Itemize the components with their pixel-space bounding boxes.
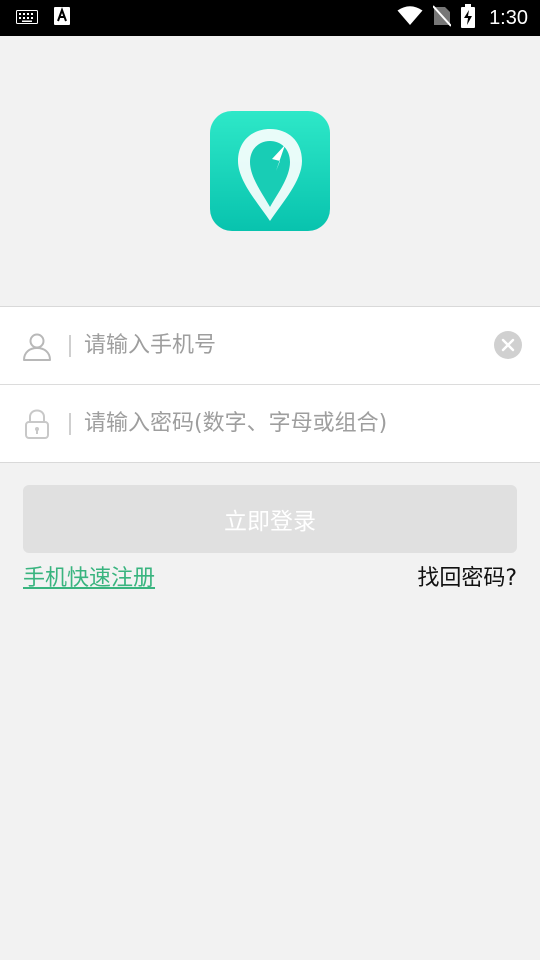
status-bar-right: 1:30	[397, 0, 528, 36]
lock-icon	[21, 408, 53, 440]
password-row	[0, 385, 540, 462]
login-form	[0, 306, 540, 463]
status-bar-left	[16, 0, 70, 36]
user-icon	[21, 330, 53, 362]
phone-input[interactable]	[84, 325, 484, 365]
wifi-icon	[397, 6, 423, 30]
forgot-password-link[interactable]: 找回密码?	[417, 563, 517, 595]
status-bar: 1:30	[0, 0, 540, 36]
location-pin-logo-icon	[238, 129, 302, 221]
keyboard-icon	[16, 9, 38, 28]
text-a-icon	[54, 7, 70, 29]
password-field-separator	[69, 413, 71, 435]
status-time: 1:30	[489, 6, 528, 29]
no-sim-icon	[432, 5, 452, 31]
clear-icon	[501, 338, 515, 352]
app-logo	[210, 111, 330, 231]
phone-row	[0, 307, 540, 385]
phone-field-separator	[69, 335, 71, 357]
register-link[interactable]: 手机快速注册	[23, 563, 155, 595]
battery-charging-icon	[461, 4, 476, 32]
password-input[interactable]	[84, 403, 484, 443]
login-button[interactable]: 立即登录	[23, 485, 517, 553]
clear-phone-button[interactable]	[494, 331, 522, 359]
